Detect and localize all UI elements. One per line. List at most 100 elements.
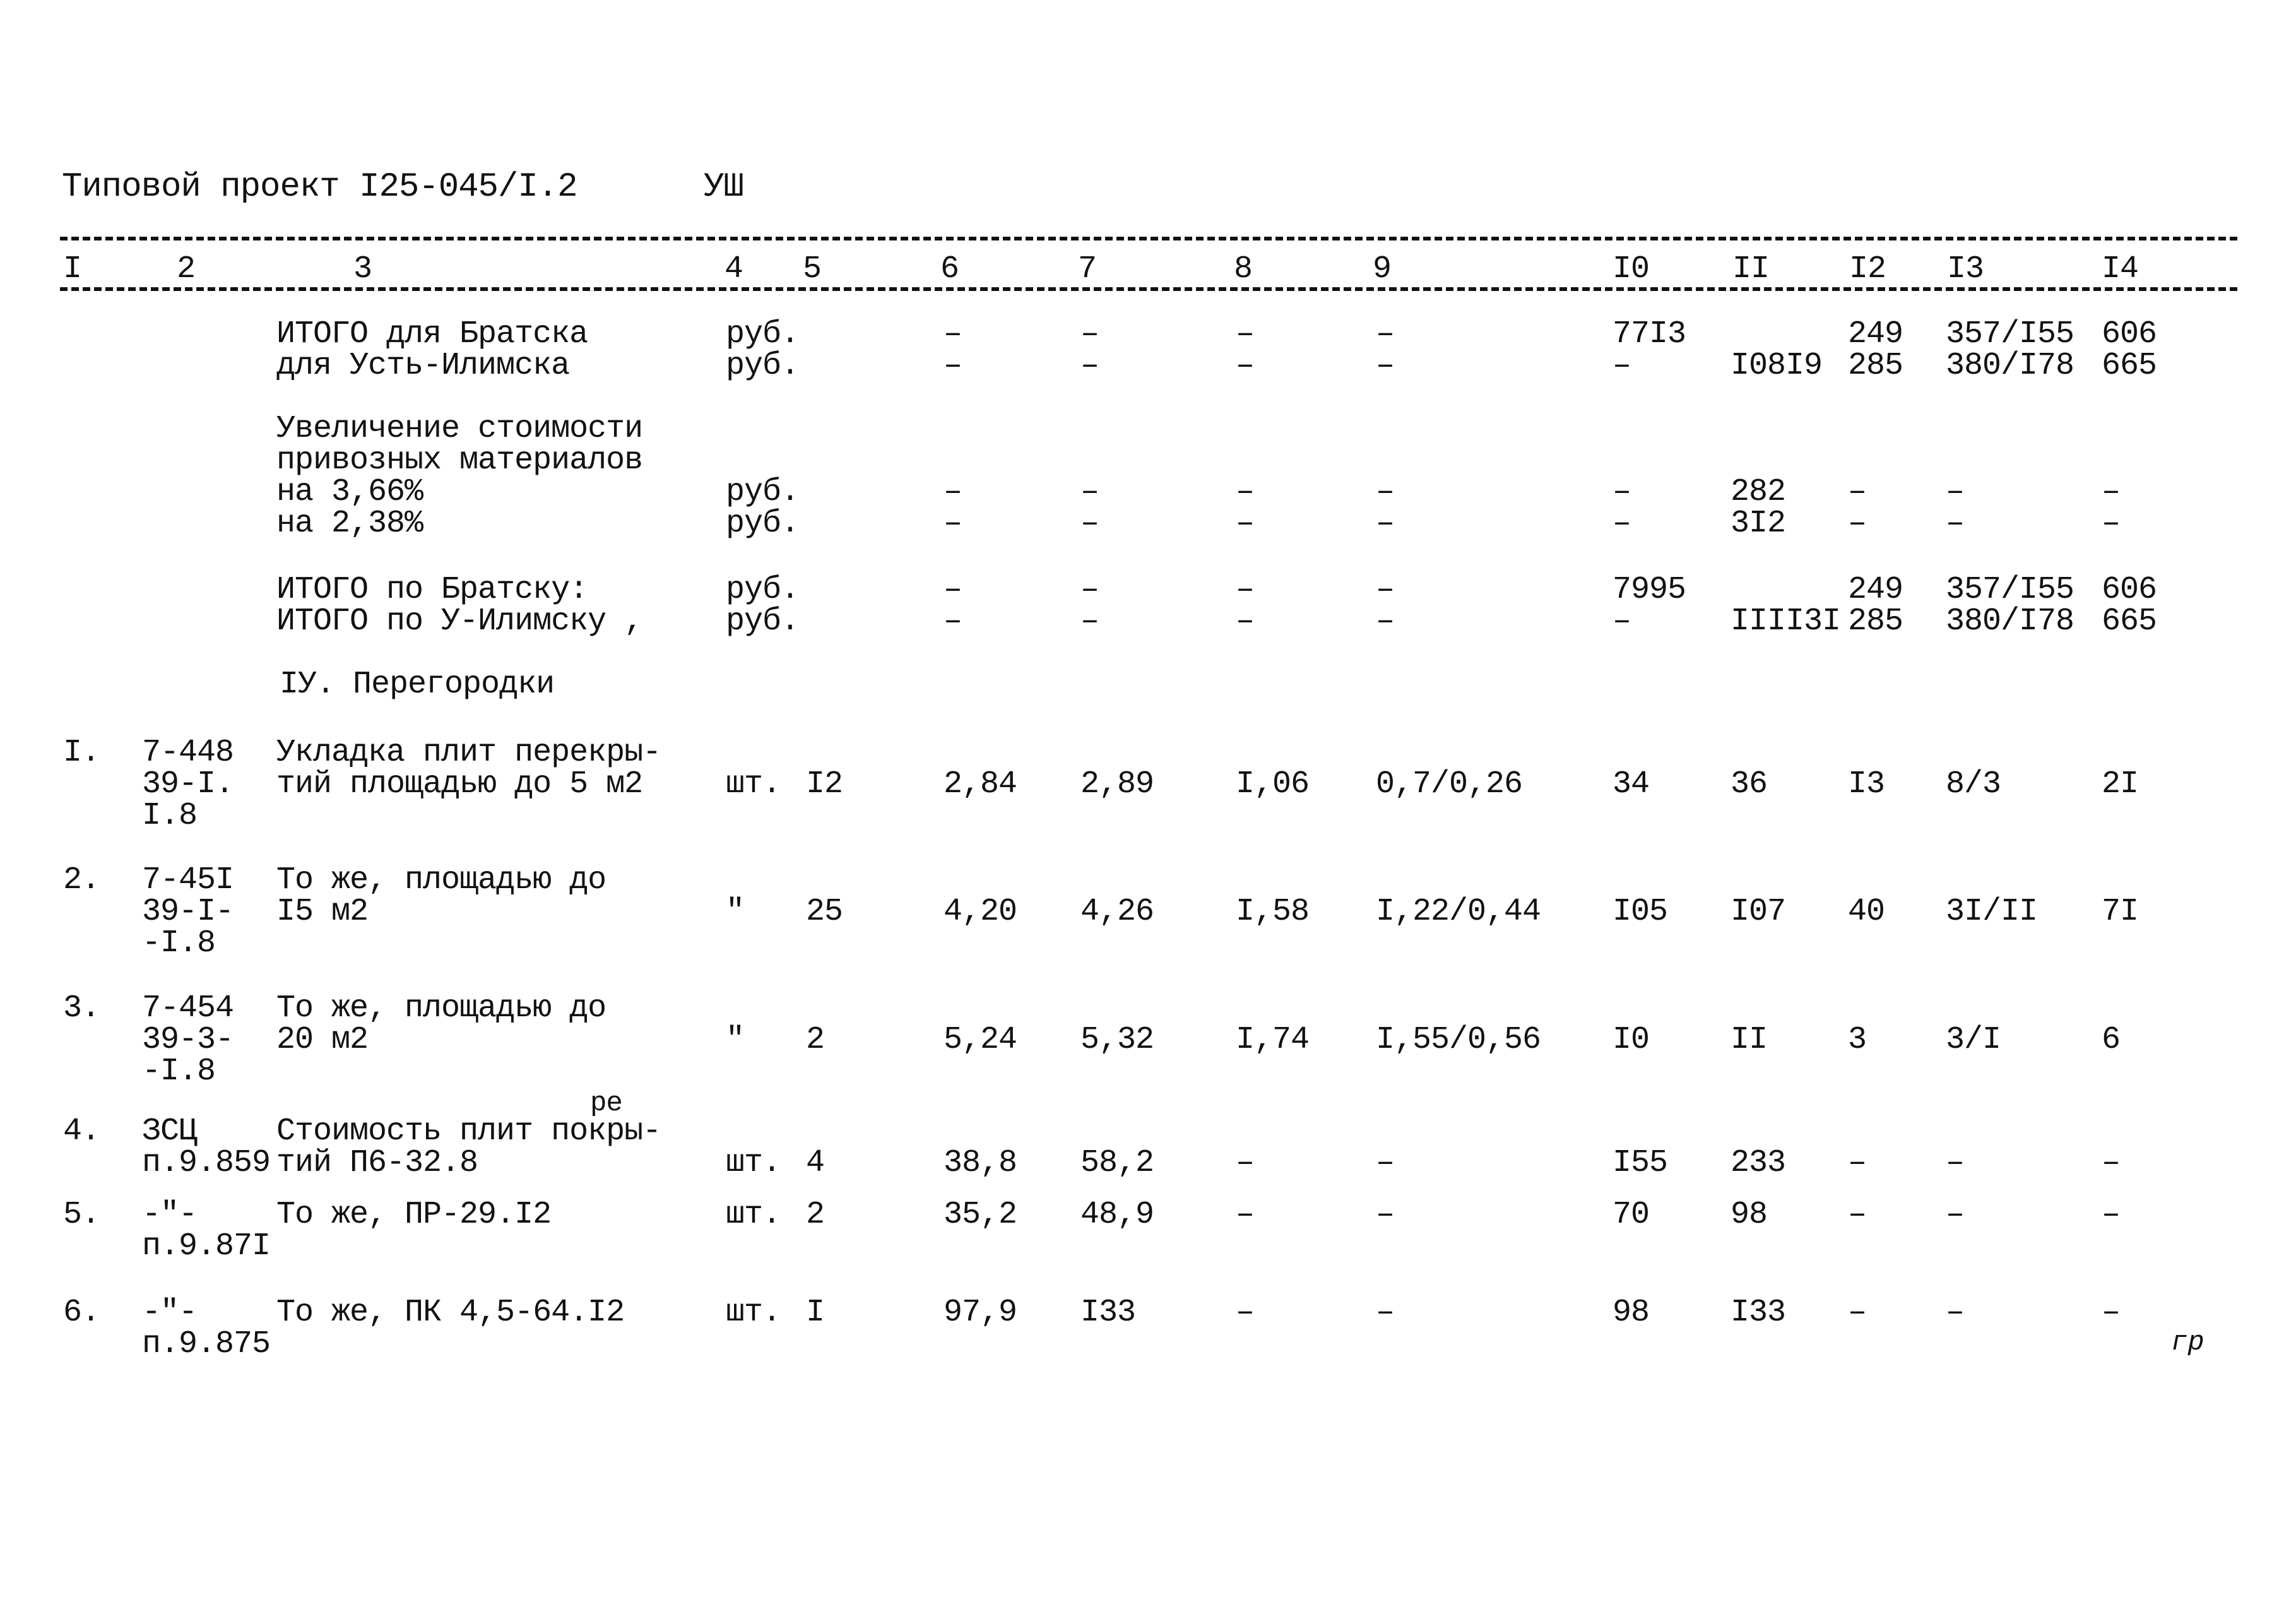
- cell-c14: 7I: [2102, 894, 2139, 930]
- cell-c14: –: [2102, 1295, 2121, 1331]
- cell-c11: 282: [1731, 474, 1786, 510]
- item-unit: шт.: [726, 1145, 781, 1181]
- item-code: 39-I.: [142, 766, 234, 802]
- cell-c3: для Усть-Илимска: [276, 348, 570, 384]
- cell-c10: –: [1613, 474, 1631, 510]
- item-description: То же, ПК 4,5-64.I2: [276, 1295, 625, 1331]
- cell-c7: 5,32: [1080, 1022, 1154, 1058]
- item-unit: ": [726, 1022, 745, 1058]
- cell-c3: ИТОГО по Братску:: [276, 572, 588, 608]
- cell-c4: руб.: [726, 474, 800, 510]
- item-code: -I.8: [142, 925, 216, 961]
- cell-c6: 4,20: [944, 894, 1017, 930]
- cell-c7: 58,2: [1080, 1145, 1154, 1181]
- item-code: 39-3-: [142, 1022, 234, 1058]
- cell-c8: –: [1236, 316, 1255, 352]
- cell-c6: 35,2: [944, 1197, 1017, 1233]
- cell-c9: –: [1376, 603, 1395, 639]
- item-code: -I.8: [142, 1053, 216, 1089]
- cell-c10: 7995: [1613, 572, 1686, 608]
- cell-c12: –: [1848, 1295, 1867, 1331]
- cell-c11: I08I9: [1731, 348, 1823, 384]
- cell-c7: –: [1080, 506, 1099, 542]
- cell-c12: –: [1848, 506, 1867, 542]
- item-code: 7-448: [142, 735, 234, 771]
- cell-c13: 3/I: [1946, 1022, 2001, 1058]
- cell-c12: –: [1848, 1145, 1867, 1181]
- cell-c10: I05: [1613, 894, 1668, 930]
- cell-c14: –: [2102, 1197, 2121, 1233]
- cell-c9: –: [1376, 1295, 1395, 1331]
- cell-c3: ИТОГО по У-Илимску ,: [276, 603, 643, 639]
- cell-c13: –: [1946, 1295, 1965, 1331]
- cell-c6: 38,8: [944, 1145, 1017, 1181]
- cell-c13: 357/I55: [1946, 316, 2074, 352]
- item-description: То же, площадью до: [276, 990, 607, 1026]
- cell-c13: 357/I55: [1946, 572, 2074, 608]
- cell-c7: 2,89: [1080, 766, 1154, 802]
- item-quantity: 4: [806, 1145, 825, 1181]
- item-description: тий площадью до 5 м2: [276, 766, 643, 802]
- item-description: I5 м2: [276, 894, 369, 930]
- cell-c12: –: [1848, 474, 1867, 510]
- cell-c8: –: [1236, 1197, 1255, 1233]
- cell-c11: I07: [1731, 894, 1786, 930]
- column-header: II: [1732, 251, 1770, 287]
- cell-c8: –: [1236, 1295, 1255, 1331]
- cell-c12: –: [1848, 1197, 1867, 1233]
- item-code: -"-: [142, 1197, 198, 1233]
- column-header: I3: [1947, 251, 1984, 287]
- cell-c7: –: [1080, 316, 1099, 352]
- column-header: I0: [1613, 251, 1650, 287]
- cell-c7: –: [1080, 348, 1099, 384]
- item-number: 6.: [63, 1295, 100, 1331]
- cell-c14: 6: [2102, 1022, 2121, 1058]
- column-header: I2: [1849, 251, 1886, 287]
- item-unit: шт.: [726, 1295, 781, 1331]
- handwritten-margin-note: гр: [2171, 1327, 2204, 1358]
- cell-c8: I,74: [1236, 1022, 1310, 1058]
- cell-c6: –: [944, 572, 962, 608]
- cell-c13: 380/I78: [1946, 348, 2074, 384]
- cell-c13: 380/I78: [1946, 603, 2074, 639]
- item-code: 7-45I: [142, 862, 234, 898]
- cell-c14: 2I: [2102, 766, 2139, 802]
- cell-c3: ИТОГО для Братска: [276, 316, 588, 352]
- column-header: 5: [803, 251, 822, 287]
- item-quantity: I: [806, 1295, 825, 1331]
- cell-c12: 285: [1848, 603, 1903, 639]
- cell-c13: –: [1946, 474, 1965, 510]
- cell-c14: –: [2102, 474, 2121, 510]
- cell-c4: руб.: [726, 572, 800, 608]
- item-code: 39-I-: [142, 894, 234, 930]
- item-quantity: 2: [806, 1022, 825, 1058]
- handwritten-correction: ре: [590, 1088, 623, 1119]
- cell-c3: на 3,66%: [276, 474, 423, 510]
- item-code: п.9.87I: [142, 1228, 271, 1264]
- cell-c11: 36: [1731, 766, 1768, 802]
- cell-c9: –: [1376, 1197, 1395, 1233]
- cell-c7: –: [1080, 603, 1099, 639]
- cell-c9: I,22/0,44: [1376, 894, 1541, 930]
- cell-c14: 665: [2102, 603, 2157, 639]
- cell-c12: 3: [1848, 1022, 1867, 1058]
- item-description: Стоимость плит покры-: [276, 1113, 661, 1149]
- cell-c7: 48,9: [1080, 1197, 1154, 1233]
- item-code: 7-454: [142, 990, 234, 1026]
- cell-c14: 606: [2102, 316, 2157, 352]
- column-header: 9: [1373, 251, 1392, 287]
- cell-c9: –: [1376, 316, 1395, 352]
- item-number: 4.: [63, 1113, 100, 1149]
- cell-c6: –: [944, 348, 962, 384]
- cell-c14: 665: [2102, 348, 2157, 384]
- column-header: 6: [940, 251, 959, 287]
- item-quantity: 2: [806, 1197, 825, 1233]
- cell-c10: 98: [1613, 1295, 1650, 1331]
- cell-c10: 77I3: [1613, 316, 1686, 352]
- item-code: п.9.875: [142, 1326, 271, 1362]
- cell-c11: 3I2: [1731, 506, 1786, 542]
- cell-c9: –: [1376, 506, 1395, 542]
- item-number: I.: [63, 735, 100, 771]
- cell-c6: –: [944, 603, 962, 639]
- cell-c8: –: [1236, 506, 1255, 542]
